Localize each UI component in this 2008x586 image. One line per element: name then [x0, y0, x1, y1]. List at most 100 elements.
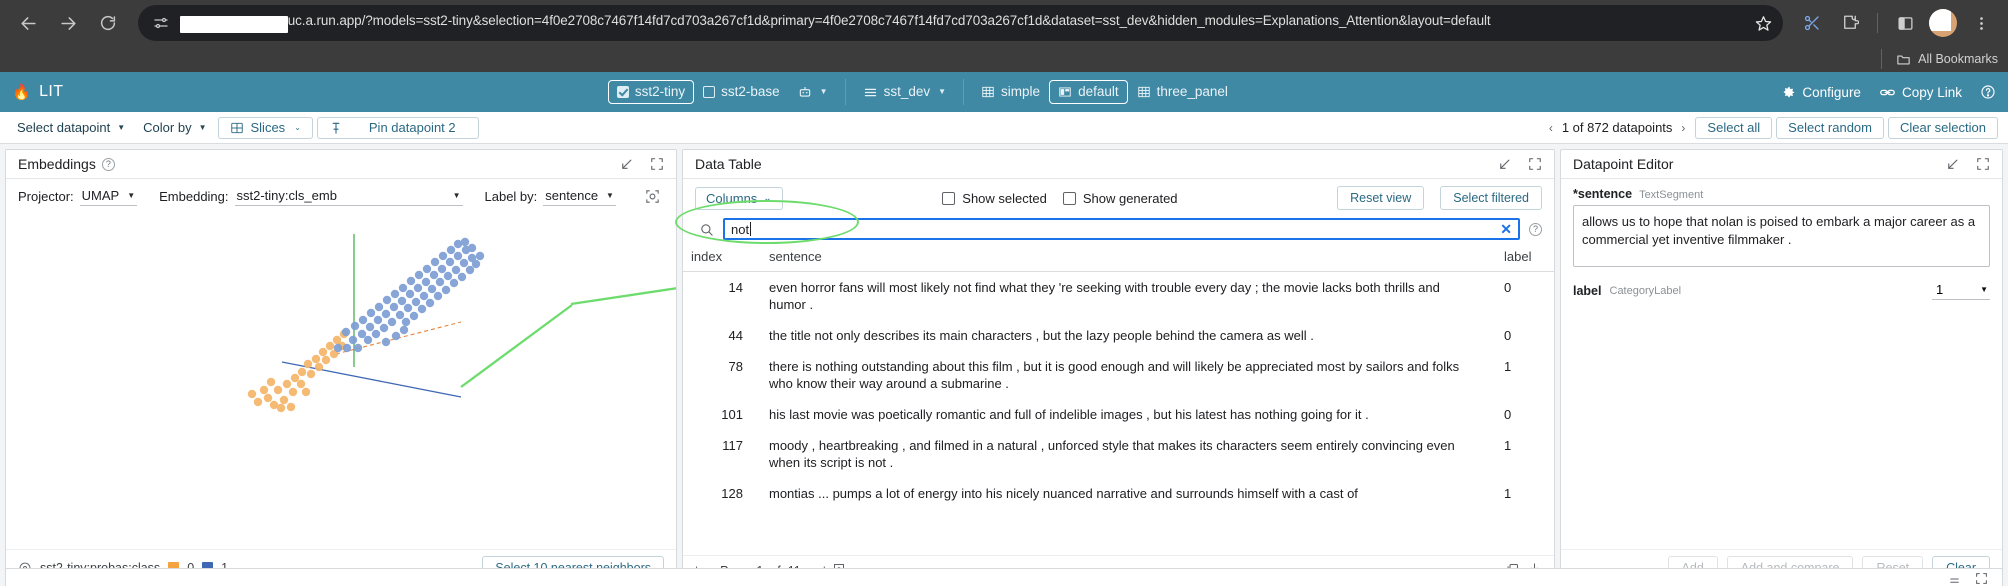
- show-generated-checkbox[interactable]: Show generated: [1063, 191, 1178, 206]
- data-table: index sentence label 14 even horror fans…: [683, 247, 1554, 509]
- back-arrow-icon: [19, 14, 38, 33]
- reload-button[interactable]: [90, 5, 126, 41]
- embeddings-scatter-plot[interactable]: [6, 212, 676, 549]
- sentence-field-header: *sentence TextSegment: [1573, 187, 1990, 201]
- cell-sentence: even horror fans will most likely not fi…: [761, 272, 1484, 321]
- table-row[interactable]: 101 his last movie was poetically romant…: [683, 399, 1554, 430]
- expand-icon[interactable]: [650, 157, 664, 171]
- select-random-button[interactable]: Select random: [1776, 117, 1884, 139]
- bottom-module-icons: [1948, 572, 1988, 585]
- configure-button[interactable]: Configure: [1781, 85, 1861, 100]
- clear-icon[interactable]: ✕: [1500, 221, 1512, 238]
- color-by-label: Color by: [143, 120, 191, 135]
- embedding-value: sst2-tiny:cls_emb: [237, 188, 337, 203]
- chevron-down-icon: ⌄: [763, 193, 771, 204]
- datapoint-editor-module: Datapoint Editor *sentence TextSegment a…: [1560, 149, 2003, 586]
- help-button[interactable]: [1980, 84, 1996, 100]
- dataset-chip[interactable]: sst_dev ▼: [854, 80, 955, 104]
- show-selected-checkbox[interactable]: Show selected: [942, 191, 1047, 206]
- select-filtered-button[interactable]: Select filtered: [1440, 186, 1542, 210]
- model-chip-sst2-base[interactable]: sst2-base: [694, 80, 789, 104]
- table-row[interactable]: 128 montias ... pumps a lot of energy in…: [683, 478, 1554, 509]
- side-panel-button[interactable]: [1888, 6, 1922, 40]
- expand-icon[interactable]: [1528, 157, 1542, 171]
- back-button[interactable]: [10, 5, 46, 41]
- url-text: demo-lit-nlp-xxxxquc.a.run.app/?models=s…: [180, 13, 1491, 33]
- all-bookmarks-button[interactable]: All Bookmarks: [1881, 49, 1998, 69]
- model-chip-label: sst2-tiny: [635, 84, 685, 100]
- sentence-textarea[interactable]: allows us to hope that nolan is poised t…: [1573, 205, 1990, 267]
- recenter-icon[interactable]: [644, 188, 661, 205]
- layout-chip-simple[interactable]: simple: [972, 80, 1049, 104]
- forward-button[interactable]: [50, 5, 86, 41]
- cell-sentence: there is nothing outstanding about this …: [761, 351, 1484, 399]
- minimize-icon[interactable]: [1945, 157, 1960, 172]
- datapoint-editor-title: Datapoint Editor: [1573, 156, 1673, 172]
- chevron-right-icon[interactable]: ›: [1681, 121, 1685, 135]
- chrome-menu-button[interactable]: [1964, 6, 1998, 40]
- address-bar[interactable]: demo-lit-nlp-xxxxquc.a.run.app/?models=s…: [138, 5, 1783, 41]
- minimize-icon[interactable]: [619, 157, 634, 172]
- layout-chip-three-panel[interactable]: three_panel: [1128, 80, 1237, 104]
- chevron-down-icon: ▼: [820, 84, 828, 100]
- column-header-sentence[interactable]: sentence: [761, 247, 1484, 272]
- table-row[interactable]: 44 the title not only describes its main…: [683, 320, 1554, 351]
- divider: [1877, 13, 1878, 33]
- profile-button[interactable]: [1926, 6, 1960, 40]
- select-all-label: Select all: [1707, 120, 1760, 135]
- projector-value: UMAP: [82, 188, 120, 203]
- table-row[interactable]: 117 moody , heartbreaking , and filmed i…: [683, 430, 1554, 478]
- expand-icon[interactable]: [1975, 572, 1988, 585]
- cell-sentence: his last movie was poetically romantic a…: [761, 399, 1484, 430]
- slices-button[interactable]: Slices ⌄: [218, 117, 313, 139]
- table-row[interactable]: 14 even horror fans will most likely not…: [683, 272, 1554, 321]
- label-by-select[interactable]: sentence ▼: [543, 187, 616, 206]
- expand-icon[interactable]: [1976, 157, 1990, 171]
- search-value: not: [731, 222, 749, 237]
- lit-brand[interactable]: 🔥 LIT: [12, 83, 63, 101]
- text-cursor: [750, 222, 751, 236]
- clear-selection-button[interactable]: Clear selection: [1888, 117, 1998, 139]
- minimize-icon[interactable]: [1497, 157, 1512, 172]
- bookmark-button[interactable]: [1745, 5, 1781, 41]
- lit-brand-label: LIT: [39, 83, 63, 101]
- projector-select[interactable]: UMAP ▼: [80, 187, 137, 206]
- browser-chrome: demo-lit-nlp-xxxxquc.a.run.app/?models=s…: [0, 0, 2008, 72]
- scatter-svg: [6, 212, 676, 437]
- model-chip-sst2-tiny[interactable]: sst2-tiny: [608, 80, 694, 104]
- layout-chip-label: three_panel: [1157, 84, 1228, 100]
- table-head: index sentence label: [683, 247, 1554, 272]
- chevron-left-icon[interactable]: ‹: [1549, 121, 1553, 135]
- model-menu-button[interactable]: ▼: [789, 80, 837, 104]
- column-header-label[interactable]: label: [1484, 247, 1554, 272]
- copy-link-button[interactable]: Copy Link: [1879, 84, 1962, 101]
- data-table-scroll-area[interactable]: index sentence label 14 even horror fans…: [683, 247, 1554, 555]
- tune-icon[interactable]: [152, 14, 170, 32]
- label-field-label: label: [1573, 284, 1602, 298]
- extensions-button[interactable]: [1833, 6, 1867, 40]
- minimize-icon[interactable]: [1948, 572, 1961, 585]
- lit-header-actions: Configure Copy Link: [1781, 84, 1996, 101]
- help-icon[interactable]: ?: [102, 158, 115, 171]
- column-header-index[interactable]: index: [683, 247, 761, 272]
- layout-chip-default[interactable]: default: [1049, 80, 1128, 104]
- select-datapoint-dropdown[interactable]: Select datapoint ▼: [10, 117, 132, 138]
- select-all-button[interactable]: Select all: [1695, 117, 1772, 139]
- show-generated-label: Show generated: [1083, 191, 1178, 206]
- cut-button[interactable]: [1795, 6, 1829, 40]
- gear-icon: [1781, 85, 1796, 100]
- label-by-label: Label by:: [485, 189, 538, 204]
- color-by-dropdown[interactable]: Color by ▼: [136, 117, 213, 138]
- search-input[interactable]: not ✕: [723, 218, 1520, 240]
- embedding-select[interactable]: sst2-tiny:cls_emb ▼: [235, 187, 463, 206]
- columns-button[interactable]: Columns ⌄: [695, 187, 783, 210]
- reset-view-button[interactable]: Reset view: [1337, 186, 1424, 210]
- cell-sentence: moody , heartbreaking , and filmed in a …: [761, 430, 1484, 478]
- pin-datapoint-button[interactable]: Pin datapoint 2: [317, 117, 479, 139]
- table-row[interactable]: 78 there is nothing outstanding about th…: [683, 351, 1554, 399]
- label-by-control: Label by: sentence ▼: [485, 187, 616, 206]
- label-select[interactable]: 1 ▼: [1932, 281, 1990, 300]
- link-icon: [1879, 84, 1896, 101]
- avatar: [1929, 9, 1957, 37]
- help-icon[interactable]: ?: [1529, 223, 1542, 236]
